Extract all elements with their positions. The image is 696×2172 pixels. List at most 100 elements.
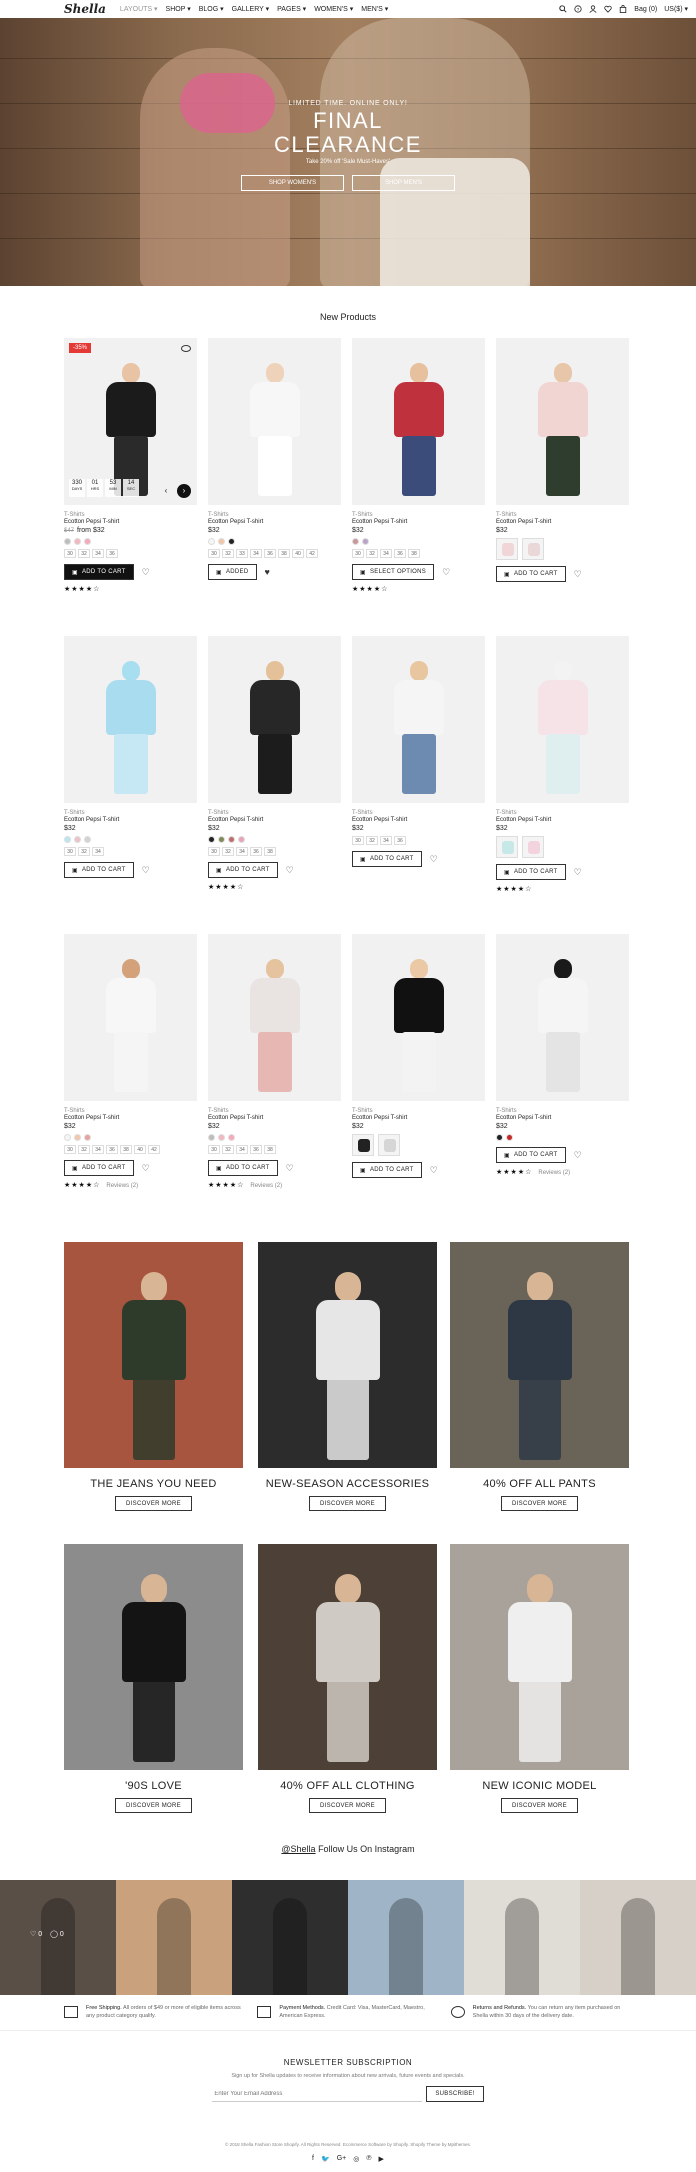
facebook-icon[interactable]: f [312, 2155, 314, 2163]
nav-item-womens[interactable]: WOMEN'S ▾ [314, 5, 353, 13]
instagram-tile[interactable] [116, 1880, 232, 1995]
wishlist-heart-icon[interactable]: ♡ [142, 567, 150, 578]
collection-image[interactable] [64, 1242, 243, 1468]
product-category[interactable]: T-Shirts [208, 1108, 341, 1114]
collection-image[interactable] [258, 1242, 437, 1468]
color-swatch[interactable] [208, 1134, 215, 1141]
variant-thumbnail[interactable] [496, 538, 518, 560]
product-category[interactable]: T-Shirts [496, 810, 629, 816]
account-icon[interactable] [589, 5, 597, 13]
collection-title[interactable]: THE JEANS YOU NEED [64, 1478, 243, 1490]
shop-mens-button[interactable]: SHOP MEN'S [352, 175, 455, 191]
size-option[interactable]: 33 [236, 549, 248, 558]
color-swatch[interactable] [84, 1134, 91, 1141]
product-name[interactable]: Ecotton Pepsi T-shirt [64, 817, 197, 823]
add-to-cart-button[interactable]: ▣ ADD TO CART [352, 851, 422, 867]
product-category[interactable]: T-Shirts [208, 810, 341, 816]
size-option[interactable]: 30 [208, 549, 220, 558]
size-option[interactable]: 30 [208, 847, 220, 856]
size-option[interactable]: 36 [106, 549, 118, 558]
size-option[interactable]: 42 [306, 549, 318, 558]
wishlist-heart-icon[interactable]: ♡ [574, 867, 582, 878]
variant-thumbnail[interactable] [522, 538, 544, 560]
instagram-tile[interactable] [580, 1880, 696, 1995]
color-swatch[interactable] [228, 1134, 235, 1141]
color-swatch[interactable] [218, 1134, 225, 1141]
instagram-handle[interactable]: @Shella [281, 1844, 315, 1854]
product-image[interactable] [64, 636, 197, 803]
color-swatch[interactable] [218, 836, 225, 843]
size-option[interactable]: 32 [222, 549, 234, 558]
product-name[interactable]: Ecotton Pepsi T-shirt [352, 519, 485, 525]
color-swatch[interactable] [506, 1134, 513, 1141]
instagram-tile[interactable]: ♡ 0 ◯ 0 [0, 1880, 116, 1995]
discover-more-button[interactable]: DISCOVER MORE [501, 1798, 578, 1813]
product-name[interactable]: Ecotton Pepsi T-shirt [208, 1115, 341, 1121]
size-option[interactable]: 32 [222, 1145, 234, 1154]
wishlist-heart-icon[interactable]: ♡ [574, 569, 582, 580]
product-category[interactable]: T-Shirts [352, 810, 485, 816]
product-name[interactable]: Ecotton Pepsi T-shirt [352, 817, 485, 823]
site-logo[interactable]: Shella [64, 2, 106, 16]
collection-image[interactable] [450, 1544, 629, 1770]
size-option[interactable]: 36 [106, 1145, 118, 1154]
collection-image[interactable] [258, 1544, 437, 1770]
size-option[interactable]: 40 [134, 1145, 146, 1154]
size-option[interactable]: 34 [380, 836, 392, 845]
instagram-icon[interactable]: ◎ [353, 2155, 359, 2163]
product-category[interactable]: T-Shirts [64, 512, 197, 518]
product-name[interactable]: Ecotton Pepsi T-shirt [496, 817, 629, 823]
nav-item-mens[interactable]: MEN'S ▾ [361, 5, 388, 13]
size-option[interactable]: 32 [78, 847, 90, 856]
discover-more-button[interactable]: DISCOVER MORE [309, 1798, 386, 1813]
product-image[interactable] [208, 934, 341, 1101]
size-option[interactable]: 38 [408, 549, 420, 558]
product-category[interactable]: T-Shirts [496, 1108, 629, 1114]
product-image[interactable] [352, 636, 485, 803]
reviews-link[interactable]: Reviews (2) [538, 1170, 570, 1176]
search-icon[interactable] [559, 5, 567, 13]
color-swatch[interactable] [74, 538, 81, 545]
product-image[interactable] [496, 934, 629, 1101]
instagram-tile[interactable] [232, 1880, 348, 1995]
product-category[interactable]: T-Shirts [352, 512, 485, 518]
add-to-cart-button[interactable]: ▣ ADD TO CART [64, 862, 134, 878]
wishlist-heart-icon[interactable]: ♡ [142, 865, 150, 876]
wishlist-heart-icon[interactable]: ♡ [442, 567, 450, 578]
size-option[interactable]: 36 [250, 1145, 262, 1154]
size-option[interactable]: 34 [236, 1145, 248, 1154]
wishlist-heart-icon[interactable]: ♡ [574, 1150, 582, 1161]
size-option[interactable]: 30 [352, 836, 364, 845]
wishlist-heart-icon[interactable]: ♡ [286, 1163, 294, 1174]
variant-thumbnail[interactable] [496, 836, 518, 858]
discover-more-button[interactable]: DISCOVER MORE [115, 1798, 192, 1813]
color-swatch[interactable] [228, 836, 235, 843]
wishlist-heart-icon[interactable]: ♡ [286, 865, 294, 876]
add-to-cart-button[interactable]: ▣ ADD TO CART [64, 564, 134, 580]
color-swatch[interactable] [84, 538, 91, 545]
nav-item-layouts[interactable]: LAYOUTS ▾ [120, 5, 158, 13]
size-option[interactable]: 34 [92, 1145, 104, 1154]
collection-title[interactable]: 40% OFF ALL CLOTHING [258, 1780, 437, 1792]
add-to-cart-button[interactable]: ▣ SELECT OPTIONS [352, 564, 435, 580]
size-option[interactable]: 32 [78, 1145, 90, 1154]
add-to-cart-button[interactable]: ▣ ADD TO CART [208, 862, 278, 878]
variant-thumbnail[interactable] [378, 1134, 400, 1156]
product-category[interactable]: T-Shirts [496, 512, 629, 518]
wishlist-heart-icon[interactable]: ♡ [430, 854, 438, 865]
add-to-cart-button[interactable]: ▣ ADD TO CART [64, 1160, 134, 1176]
help-icon[interactable]: ? [574, 5, 582, 13]
product-image[interactable] [496, 636, 629, 803]
collection-title[interactable]: NEW-SEASON ACCESSORIES [258, 1478, 437, 1490]
instagram-tile[interactable] [348, 1880, 464, 1995]
reviews-link[interactable]: Reviews (2) [106, 1183, 138, 1189]
color-swatch[interactable] [64, 538, 71, 545]
size-option[interactable]: 34 [250, 549, 262, 558]
color-swatch[interactable] [64, 836, 71, 843]
product-category[interactable]: T-Shirts [64, 1108, 197, 1114]
size-option[interactable]: 32 [222, 847, 234, 856]
discover-more-button[interactable]: DISCOVER MORE [309, 1496, 386, 1511]
instagram-tile[interactable] [464, 1880, 580, 1995]
product-name[interactable]: Ecotton Pepsi T-shirt [208, 519, 341, 525]
product-name[interactable]: Ecotton Pepsi T-shirt [208, 817, 341, 823]
